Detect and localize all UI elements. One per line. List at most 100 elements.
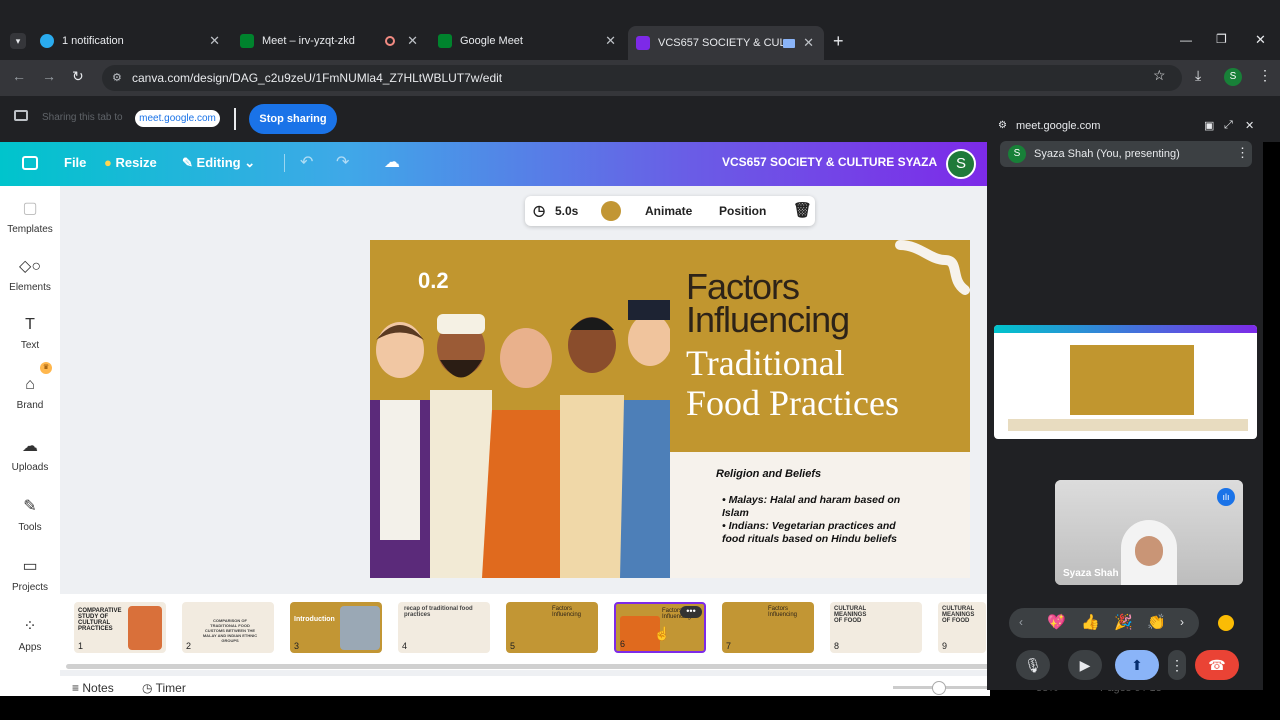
color-swatch[interactable] <box>601 201 621 221</box>
tab-search-button[interactable]: ▾ <box>10 33 26 49</box>
tab-meet-call[interactable]: Meet – irv-yzqt-zkd ✕ <box>240 30 418 52</box>
recording-icon <box>385 36 396 46</box>
stop-sharing-button[interactable]: Stop sharing <box>249 104 337 134</box>
pip-domain: meet.google.com <box>1016 120 1101 132</box>
page-thumbnail[interactable]: Introduction 3 <box>290 602 382 653</box>
filmstrip-scrollbar[interactable] <box>66 664 990 669</box>
back-to-tab-icon[interactable]: ▣ <box>1204 119 1214 132</box>
bullet-item: • Indians: Vegetarian practices and food… <box>722 520 898 545</box>
close-tab-icon[interactable]: ✕ <box>209 33 220 49</box>
editing-mode-button[interactable]: ✎ Editing ⌄ <box>182 155 255 171</box>
download-icon[interactable]: ⤓ <box>1195 67 1201 84</box>
animate-button[interactable]: Animate <box>645 204 692 218</box>
design-title[interactable]: VCS657 SOCIETY & CULTURE SYAZA <box>722 155 937 169</box>
close-window-button[interactable]: ✕ <box>1255 32 1266 48</box>
more-options-button[interactable]: ⋮ <box>1168 650 1186 680</box>
sidebar-item-uploads[interactable]: ☁ Uploads <box>0 436 60 473</box>
emoji-skin-tone-icon[interactable] <box>1218 615 1234 631</box>
back-button[interactable]: ← <box>12 68 26 84</box>
zoom-slider-handle[interactable] <box>932 681 946 695</box>
slide-canvas[interactable]: 0.2 Factors Influencing Traditional Food… <box>370 240 970 578</box>
apps-icon: ⁘ <box>23 618 37 635</box>
toggle-panel-icon[interactable] <box>22 156 38 170</box>
present-screen-icon: ⬆ <box>1131 656 1143 673</box>
brand-icon: ⌂ <box>25 376 35 393</box>
sidebar-item-tools[interactable]: ✎ Tools <box>0 496 60 533</box>
more-options-icon[interactable]: ••• <box>680 606 702 618</box>
sidebar-item-templates[interactable]: ▢ Templates <box>0 198 60 235</box>
sidebar-item-apps[interactable]: ⁘ Apps <box>0 616 60 653</box>
reaction-clap[interactable]: 👏 <box>1147 613 1166 631</box>
cloud-saved-icon[interactable]: ☁ <box>384 152 400 172</box>
presenter-banner[interactable]: S Syaza Shah (You, presenting) ⋮ <box>1000 141 1252 167</box>
page-thumbnail[interactable]: Factors Influencing 5 <box>506 602 598 653</box>
reload-button[interactable]: ↻ <box>72 68 84 85</box>
trash-icon[interactable]: 🗑 <box>793 201 812 219</box>
chevron-right-icon[interactable]: › <box>1180 615 1184 629</box>
chevron-down-icon: ⌄ <box>244 155 256 170</box>
shared-domain-pill[interactable]: meet.google.com <box>135 110 220 127</box>
camera-button[interactable]: ▶ <box>1068 650 1102 680</box>
resize-button[interactable]: ● Resize <box>104 155 157 170</box>
page-thumbnail[interactable]: CULTURAL MEANINGS OF FOOD 8 <box>830 602 922 653</box>
shared-screen-preview[interactable] <box>994 325 1257 439</box>
title-line-3: Traditional <box>686 343 845 383</box>
chevron-left-icon[interactable]: ‹ <box>1019 615 1023 629</box>
expand-icon[interactable]: ⤢ <box>1224 119 1233 132</box>
page-thumbnail[interactable]: Factors Influencing 7 <box>722 602 814 653</box>
sidebar-item-brand[interactable]: ⌂ Brand <box>0 376 60 411</box>
user-avatar[interactable]: S <box>946 149 976 179</box>
close-tab-icon[interactable]: ✕ <box>605 33 616 49</box>
sharing-icon <box>783 38 796 48</box>
templates-icon: ▢ <box>22 200 38 217</box>
file-menu[interactable]: File <box>64 155 86 170</box>
screen-share-icon <box>14 110 28 121</box>
reaction-party[interactable]: 🎉 <box>1114 613 1133 631</box>
thumbnail-illustration <box>340 606 380 650</box>
sidebar-item-elements[interactable]: ◇○ Elements <box>0 256 60 293</box>
page-thumbnail[interactable]: CULTURAL MEANINGS OF FOOD 9 <box>938 602 986 653</box>
redo-icon[interactable]: ↷ <box>336 152 349 172</box>
present-button[interactable]: ⬆ <box>1115 650 1159 680</box>
tab-canva-active[interactable]: VCS657 SOCIETY & CULTUR ✕ <box>628 26 824 60</box>
page-thumbnail[interactable]: recap of traditional food practices 4 <box>398 602 490 653</box>
forward-button[interactable]: → <box>42 68 56 84</box>
tab-notification[interactable]: 1 notification ✕ <box>40 30 220 52</box>
reaction-heart[interactable]: 💖 <box>1047 613 1066 631</box>
pip-settings-icon[interactable]: ⚙ <box>998 120 1007 131</box>
restore-button[interactable]: ❐ <box>1216 32 1227 46</box>
hang-up-icon: ☎ <box>1208 656 1226 673</box>
tab-google-meet[interactable]: Google Meet ✕ <box>438 30 616 52</box>
elements-icon: ◇○ <box>19 258 41 275</box>
site-info-icon[interactable]: ⚙ <box>112 65 122 91</box>
preview-filmstrip <box>1008 419 1248 431</box>
url-field[interactable]: ⚙ canva.com/design/DAG_c2u9zeU/1FmNUMla4… <box>102 65 1182 91</box>
close-pip-icon[interactable]: ✕ <box>1245 119 1254 132</box>
people-illustration <box>370 300 670 578</box>
close-tab-icon[interactable]: ✕ <box>407 33 418 49</box>
page-thumbnail[interactable]: COMPARISON OF TRADITIONAL FOOD CUSTOMS B… <box>182 602 274 653</box>
self-video-tile[interactable]: ılı Syaza Shah <box>1055 480 1243 585</box>
close-tab-icon[interactable]: ✕ <box>803 35 814 51</box>
more-options-icon[interactable]: ⋮ <box>1236 145 1249 161</box>
new-tab-button[interactable]: + <box>833 31 844 52</box>
microphone-button[interactable]: 🎙 <box>1016 650 1050 680</box>
timer-icon[interactable]: ◷ <box>533 202 545 219</box>
minimize-button[interactable]: — <box>1180 33 1192 47</box>
leave-call-button[interactable]: ☎ <box>1195 650 1239 680</box>
undo-icon[interactable]: ↶ <box>300 152 313 172</box>
sidebar-item-projects[interactable]: ▭ Projects <box>0 556 60 593</box>
profile-avatar[interactable]: S <box>1224 68 1242 86</box>
camera-icon: ▶ <box>1079 656 1091 673</box>
notes-button[interactable]: ≡ Notes <box>72 681 114 695</box>
browser-menu-icon[interactable]: ⋮ <box>1258 67 1272 84</box>
speaking-indicator-icon: ılı <box>1217 488 1235 506</box>
page-thumbnail[interactable]: COMPARATIVE STUDY OF CULTURAL PRACTICES 1 <box>74 602 166 653</box>
bookmark-star-icon[interactable]: ☆ <box>1153 67 1166 84</box>
reaction-thumbs-up[interactable]: 👍 <box>1081 613 1100 631</box>
tools-icon: ✎ <box>23 498 37 515</box>
position-button[interactable]: Position <box>719 204 766 218</box>
timer-button[interactable]: ◷ Timer <box>142 681 186 695</box>
sidebar-item-text[interactable]: T Text <box>0 316 60 351</box>
duration-value[interactable]: 5.0s <box>555 204 578 218</box>
